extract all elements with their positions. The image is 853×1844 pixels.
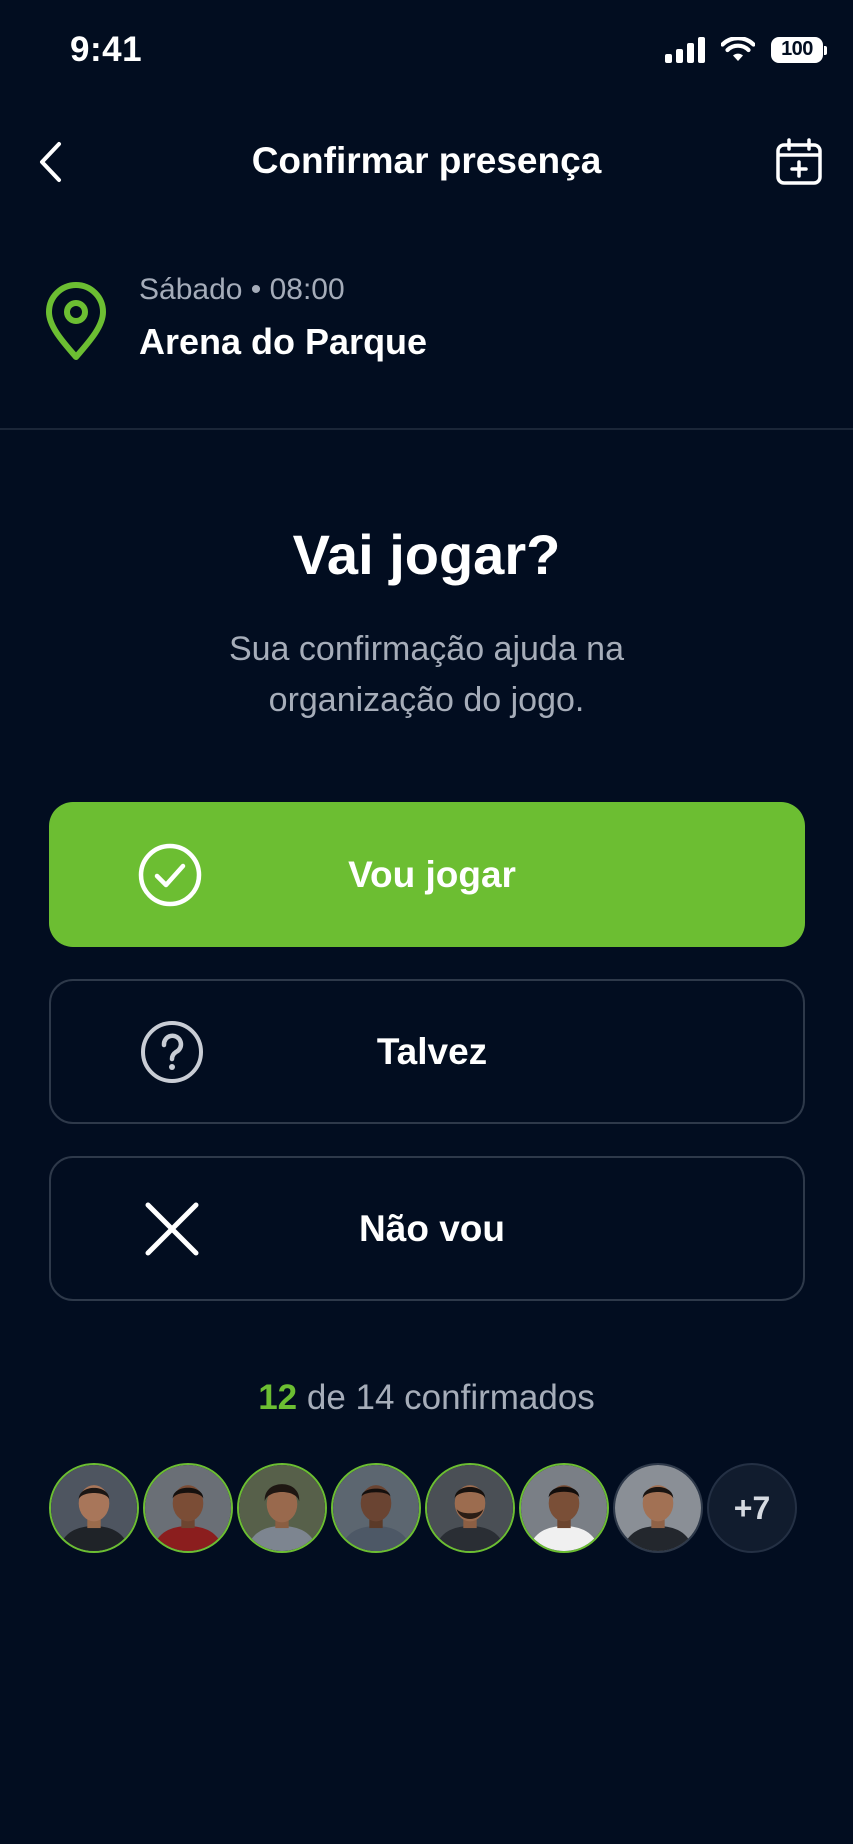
status-time: 9:41: [70, 30, 143, 69]
add-to-calendar-button[interactable]: [773, 136, 825, 188]
confirmed-count: 12 de 14 confirmados: [0, 1378, 853, 1418]
avatar: [425, 1463, 515, 1553]
battery-icon: 100: [771, 36, 827, 63]
not-going-button-label: Não vou: [359, 1207, 505, 1249]
question-subtitle: Sua confirmação ajuda na organização do …: [228, 630, 625, 719]
maybe-button[interactable]: Talvez: [49, 979, 805, 1124]
avatar: [331, 1463, 421, 1553]
going-button-label: Vou jogar: [348, 853, 516, 895]
avatar: [237, 1463, 327, 1553]
confirmed-number: 12: [258, 1378, 298, 1417]
event-venue: Arena do Parque: [139, 321, 428, 362]
more-attendees-badge[interactable]: +7: [707, 1463, 797, 1553]
attendee-avatars[interactable]: +7: [49, 1463, 797, 1555]
page-title: Confirmar presença: [251, 140, 602, 181]
cellular-signal-icon: [665, 36, 705, 63]
event-info: Sábado • 08:00 Arena do Parque: [0, 265, 853, 375]
going-button[interactable]: Vou jogar: [49, 802, 805, 947]
map-pin-icon: [46, 282, 106, 360]
rsvp-screen: 9:41 100 Confirmar presença Sábado • 08:…: [0, 0, 853, 1844]
event-datetime: Sábado • 08:00: [139, 273, 345, 306]
confirmed-rest: de 14 confirmados: [306, 1378, 595, 1417]
avatar: [143, 1463, 233, 1553]
divider: [0, 428, 853, 430]
avatar: [613, 1463, 703, 1553]
question-title: Vai jogar?: [292, 523, 561, 586]
avatar: [519, 1463, 609, 1553]
not-going-button[interactable]: Não vou: [49, 1156, 805, 1301]
status-icons: 100: [665, 36, 827, 63]
wifi-icon: [721, 36, 755, 61]
header: Confirmar presença: [0, 120, 853, 204]
avatar: [49, 1463, 139, 1553]
calendar-plus-icon: [776, 138, 822, 185]
status-bar: 9:41 100: [0, 0, 853, 100]
maybe-button-label: Talvez: [376, 1030, 488, 1072]
